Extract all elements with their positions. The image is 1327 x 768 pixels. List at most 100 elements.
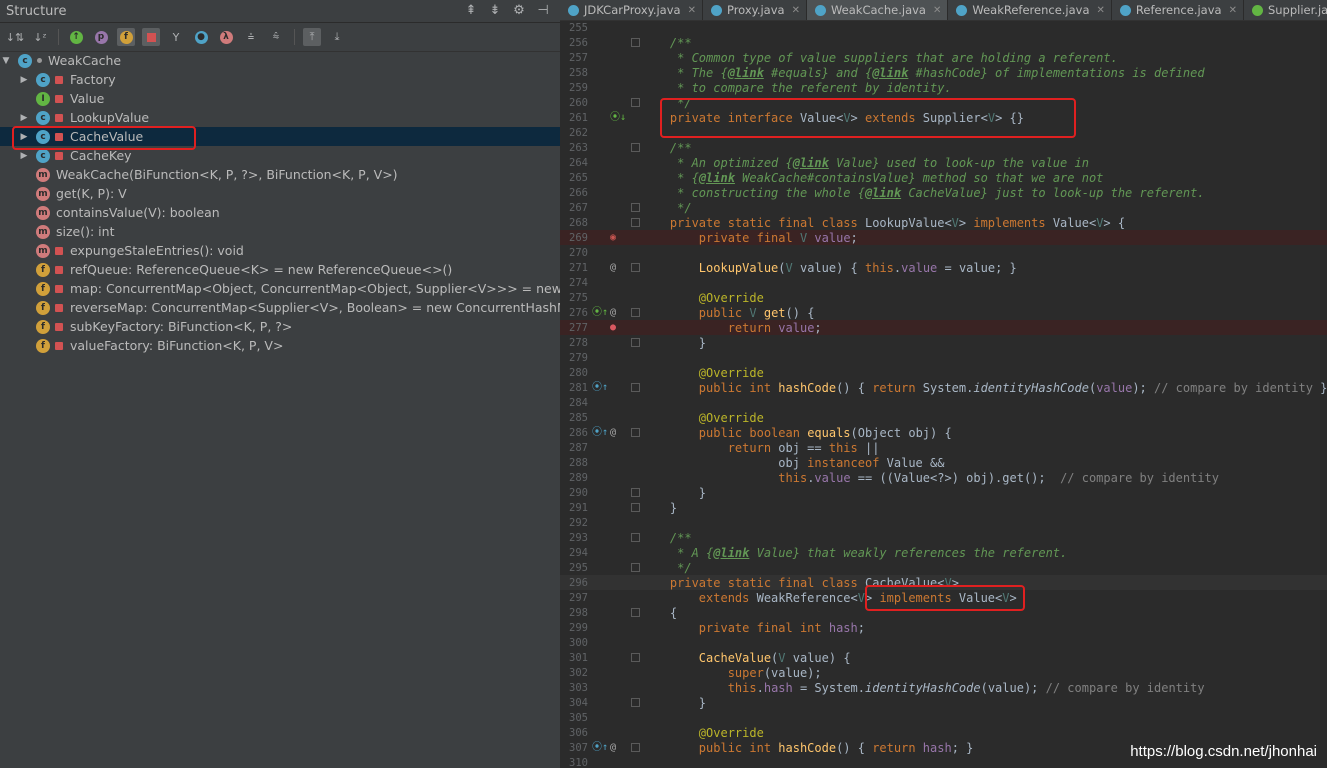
tab-label: Reference.java [1135, 3, 1222, 17]
code-line: 284 [569, 396, 588, 409]
code-line: 268 private static final class LookupVal… [569, 215, 1126, 230]
chevron-right-icon[interactable]: ▶ [18, 75, 30, 85]
tree-root[interactable]: ▼ c WeakCache [0, 51, 560, 70]
visibility-dot-icon [37, 58, 42, 63]
collapse-icon[interactable]: ⩯ [267, 28, 285, 46]
private-lock-icon [55, 341, 63, 350]
tree-item-get[interactable]: m get(K, P): V [0, 184, 560, 203]
hide-panel-icon[interactable]: ⊣ [536, 4, 550, 18]
tree-item-factory[interactable]: ▶ c Factory [0, 70, 560, 89]
show-properties-icon[interactable]: p [92, 28, 110, 46]
code-line: 304 } [569, 695, 707, 710]
code-line: 292 [569, 516, 588, 529]
code-area[interactable]: 255 256 /** 257 * Common type of value s… [560, 20, 1327, 768]
method-icon: m [36, 167, 50, 182]
private-lock-icon [55, 151, 63, 160]
code-line: 263 /** [569, 140, 692, 155]
annotation-icon: @ [610, 427, 617, 438]
tree-item-refqueue[interactable]: f refQueue: ReferenceQueue<K> = new Refe… [0, 260, 560, 279]
tree-item-reversemap[interactable]: f reverseMap: ConcurrentMap<Supplier<V>,… [0, 298, 560, 317]
code-line: 293 /** [569, 530, 692, 545]
expand-icon[interactable]: ⩮ [242, 28, 260, 46]
chevron-right-icon[interactable]: ▶ [18, 113, 30, 123]
code-line: 306 @Override [569, 725, 764, 740]
tree-item-cachevalue[interactable]: ▶ c CacheValue [0, 127, 560, 146]
field-icon: f [36, 319, 50, 334]
code-line: 278 } [569, 335, 707, 350]
tree-item-label: Value [70, 91, 105, 106]
show-non-public-icon[interactable] [142, 28, 160, 46]
tree-item-label: Factory [70, 72, 116, 87]
structure-toolbar: ↓⇅ ↓ᶻ ↑ p f Y ● λ ⩮ ⩯ ⤒ ⤓ [0, 23, 560, 52]
code-line: 290 } [569, 485, 707, 500]
show-lambdas-icon[interactable]: ● [192, 28, 210, 46]
tab-supplier[interactable]: Supplier.java [1244, 0, 1327, 20]
code-line: 262 [569, 126, 588, 139]
tree-item-valuefactory[interactable]: f valueFactory: BiFunction<K, P, V> [0, 336, 560, 355]
close-icon[interactable]: ✕ [1229, 5, 1237, 16]
tree-item-constructor[interactable]: m WeakCache(BiFunction<K, P, ?>, BiFunct… [0, 165, 560, 184]
tree-item-size[interactable]: m size(): int [0, 222, 560, 241]
code-line: 279 [569, 351, 588, 364]
code-line: 274 [569, 276, 588, 289]
tab-weakreference[interactable]: WeakReference.java ✕ [948, 0, 1112, 20]
tree-item-lookupvalue[interactable]: ▶ c LookupValue [0, 108, 560, 127]
autoscroll-to-source-icon[interactable]: ⤒ [303, 28, 321, 46]
show-anonymous-icon[interactable]: Y [167, 28, 185, 46]
override-icon: ⦿↑ [592, 427, 609, 438]
tree-item-label: valueFactory: BiFunction<K, P, V> [70, 338, 284, 353]
tree-item-map[interactable]: f map: ConcurrentMap<Object, ConcurrentM… [0, 279, 560, 298]
collapse-all-icon[interactable]: ⇟ [488, 4, 502, 18]
tab-label: JDKCarProxy.java [584, 3, 681, 17]
expand-all-icon[interactable]: ⇞ [464, 4, 478, 18]
tab-weakcache[interactable]: WeakCache.java ✕ [806, 0, 949, 20]
code-line: 298 { [569, 605, 678, 620]
tree-item-cachekey[interactable]: ▶ c CacheKey [0, 146, 560, 165]
tree-item-label: map: ConcurrentMap<Object, ConcurrentMap… [70, 281, 560, 296]
settings-gear-icon[interactable]: ⚙ [512, 4, 526, 18]
tree-item-label: subKeyFactory: BiFunction<K, P, ?> [70, 319, 293, 334]
tree-item-label: reverseMap: ConcurrentMap<Supplier<V>, B… [70, 300, 560, 315]
code-line: 286 ⦿↑ @ public boolean equals(Object obj)… [569, 425, 952, 440]
close-icon[interactable]: ✕ [1097, 5, 1105, 16]
chevron-down-icon[interactable]: ▼ [0, 56, 12, 66]
tree-item-value[interactable]: I Value [0, 89, 560, 108]
sort-by-visibility-icon[interactable]: ↓⇅ [6, 28, 24, 46]
show-fields-icon[interactable]: f [117, 28, 135, 46]
code-line: 281 ⦿↑ public int hashCode() { return Sys… [569, 380, 1327, 395]
tree-item-subkeyfactory[interactable]: f subKeyFactory: BiFunction<K, P, ?> [0, 317, 560, 336]
code-editor: JDKCarProxy.java ✕ Proxy.java ✕ WeakCache.… [560, 0, 1327, 768]
code-line: 300 [569, 636, 588, 649]
close-icon[interactable]: ✕ [792, 5, 800, 16]
close-icon[interactable]: ✕ [933, 5, 941, 16]
field-icon: f [36, 262, 50, 277]
private-lock-icon [55, 265, 63, 274]
code-line: 301 CacheValue(V value) { [569, 650, 851, 665]
show-lambda-icon[interactable]: λ [217, 28, 235, 46]
close-icon[interactable]: ✕ [688, 5, 696, 16]
tree-item-label: LookupValue [70, 110, 150, 125]
tab-reference[interactable]: Reference.java ✕ [1112, 0, 1244, 20]
tab-proxy[interactable]: Proxy.java ✕ [703, 0, 807, 20]
code-line: 259 * to compare the referent by identit… [569, 80, 952, 95]
tree-item-label: expungeStaleEntries(): void [70, 243, 244, 258]
tree-root-label: WeakCache [48, 53, 122, 68]
private-lock-icon [55, 94, 63, 103]
structure-title-bar: Structure ⇞ ⇟ ⚙ ⊣ [0, 0, 560, 23]
chevron-right-icon[interactable]: ▶ [18, 132, 30, 142]
tree-item-label: size(): int [56, 224, 115, 239]
code-line: 302 super(value); [569, 665, 822, 680]
tree-item-containsvalue[interactable]: m containsValue(V): boolean [0, 203, 560, 222]
method-icon: m [36, 186, 50, 201]
autoscroll-from-source-icon[interactable]: ⤓ [328, 28, 346, 46]
code-line: 294 * A {@link Value} that weakly refere… [569, 545, 1068, 560]
tab-jdkcarproxy[interactable]: JDKCarProxy.java ✕ [560, 0, 703, 20]
code-line: 276 ⦿↑ @ public V get() { [569, 305, 815, 320]
tree-item-expunge[interactable]: m expungeStaleEntries(): void [0, 241, 560, 260]
field-icon: f [36, 338, 50, 353]
chevron-right-icon[interactable]: ▶ [18, 151, 30, 161]
sort-alphabetically-icon[interactable]: ↓ᶻ [31, 28, 49, 46]
code-line: 257 * Common type of value suppliers tha… [569, 50, 1118, 65]
interface-icon: I [36, 91, 50, 106]
show-inherited-icon[interactable]: ↑ [67, 28, 85, 46]
